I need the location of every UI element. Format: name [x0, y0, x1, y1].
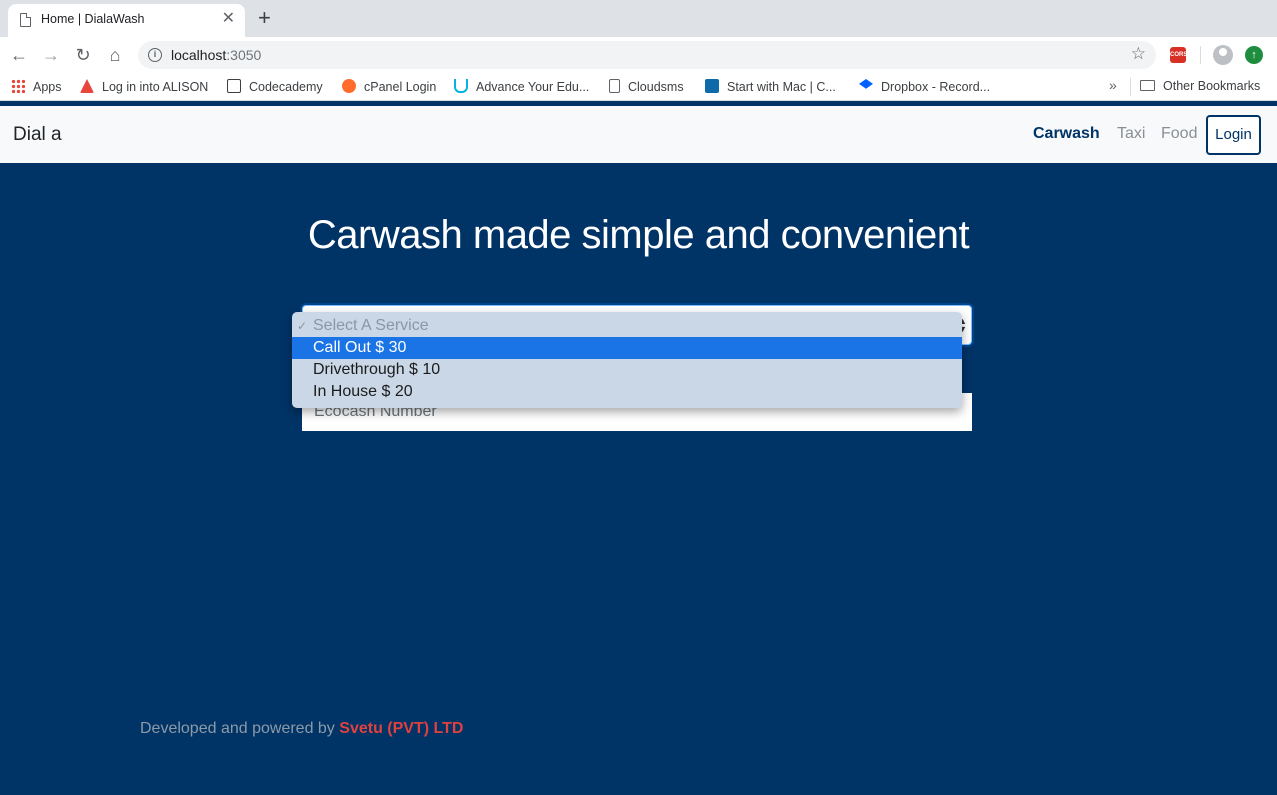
site-navbar: Dial a Carwash Taxi Food Login [0, 106, 1277, 163]
option-label: Select A Service [313, 317, 429, 334]
service-option-in-house[interactable]: In House $ 20 [292, 381, 962, 403]
bookmark-mac[interactable]: Start with Mac | C... [705, 79, 836, 94]
codecademy-icon [227, 79, 241, 93]
service-option-drivethrough[interactable]: Drivethrough $ 10 [292, 359, 962, 381]
bookmarks-divider [1130, 78, 1131, 96]
service-dropdown-list: ✓ Select A Service Call Out $ 30 Driveth… [292, 312, 962, 408]
page-icon [20, 13, 31, 27]
udacity-icon [454, 79, 468, 93]
hero-title: Carwash made simple and convenient [307, 213, 970, 257]
other-bookmarks-label: Other Bookmarks [1163, 79, 1261, 93]
login-button[interactable]: Login [1206, 115, 1261, 155]
close-tab-icon[interactable]: ✕ [222, 10, 235, 28]
other-bookmarks[interactable]: Other Bookmarks [1140, 79, 1260, 93]
bookmark-label: Dropbox - Record... [881, 80, 991, 94]
profile-avatar-icon[interactable] [1213, 45, 1233, 65]
alison-icon [80, 79, 94, 93]
info-icon[interactable]: i [148, 48, 162, 62]
tab-title: Home | DialaWash [41, 12, 145, 26]
bookmark-apps[interactable]: Apps [11, 79, 62, 94]
address-bar[interactable]: i localhost:3050 ☆ [138, 41, 1156, 69]
url-host: localhost [171, 47, 227, 63]
mac-icon [705, 79, 719, 93]
nav-link-food[interactable]: Food [1161, 125, 1197, 143]
browser-toolbar: ← → ↻ ⌂ i localhost:3050 ☆ CORS ↑ [0, 37, 1277, 73]
nav-link-taxi[interactable]: Taxi [1117, 125, 1145, 143]
back-arrow-icon[interactable]: ← [7, 43, 31, 67]
service-option-placeholder: ✓ Select A Service [292, 315, 962, 337]
bookmark-udacity[interactable]: Advance Your Edu... [454, 79, 589, 94]
service-option-call-out[interactable]: Call Out $ 30 [292, 337, 962, 359]
option-label: In House $ 20 [313, 383, 413, 400]
bookmark-label: Cloudsms [628, 80, 684, 94]
bookmark-label: Log in into ALISON [102, 80, 209, 94]
toolbar-divider [1200, 46, 1201, 64]
update-arrow-icon[interactable]: ↑ [1245, 46, 1263, 64]
url-text: localhost:3050 [171, 47, 261, 63]
url-port: :3050 [226, 47, 262, 63]
bookmark-label: Codecademy [249, 80, 323, 94]
nav-link-carwash[interactable]: Carwash [1033, 125, 1100, 143]
browser-tabstrip: Home | DialaWash ✕ + [0, 0, 1277, 37]
checkmark-icon: ✓ [297, 319, 308, 333]
browser-tab[interactable]: Home | DialaWash ✕ [8, 4, 245, 37]
bookmark-alison[interactable]: Log in into ALISON [80, 79, 208, 94]
footer-company[interactable]: Svetu (PVT) LTD [339, 720, 463, 737]
bookmarks-bar: Apps Log in into ALISON Codecademy cPane… [0, 73, 1277, 101]
dropbox-icon [859, 79, 873, 89]
bookmark-label: Start with Mac | C... [727, 80, 836, 94]
cpanel-icon [342, 79, 356, 93]
more-bookmarks-chevron-icon[interactable]: » [1109, 77, 1117, 93]
option-label: Drivethrough $ 10 [313, 361, 441, 378]
new-tab-button[interactable]: + [258, 7, 271, 29]
bookmark-cpanel[interactable]: cPanel Login [342, 79, 436, 94]
bookmark-label: Apps [33, 80, 62, 94]
reload-icon[interactable]: ↻ [71, 43, 95, 67]
bookmark-cloudsms[interactable]: Cloudsms [609, 79, 684, 94]
apps-grid-icon [11, 79, 25, 93]
cors-extension-icon[interactable]: CORS [1170, 47, 1187, 63]
folder-icon [1140, 80, 1155, 91]
bookmark-star-icon[interactable]: ☆ [1131, 44, 1146, 64]
home-icon[interactable]: ⌂ [103, 43, 127, 67]
option-label: Call Out $ 30 [313, 339, 407, 356]
forward-arrow-icon[interactable]: → [39, 43, 63, 67]
footer-credit: Developed and powered by Svetu (PVT) LTD [140, 720, 463, 738]
footer-text: Developed and powered by [140, 720, 335, 737]
bookmark-codecademy[interactable]: Codecademy [227, 79, 323, 94]
bookmark-label: Advance Your Edu... [476, 80, 590, 94]
brand-logo[interactable]: Dial a [13, 124, 62, 146]
bookmark-dropbox[interactable]: Dropbox - Record... [859, 79, 990, 94]
page-icon [609, 79, 620, 93]
bookmark-label: cPanel Login [364, 80, 437, 94]
